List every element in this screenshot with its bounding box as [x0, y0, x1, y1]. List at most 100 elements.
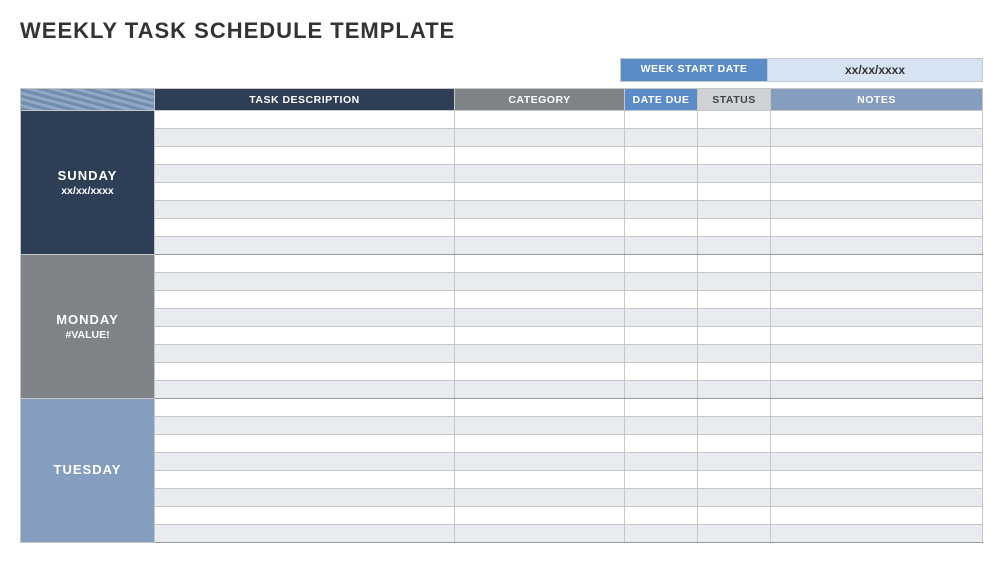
- cell-date_due[interactable]: [625, 273, 698, 291]
- cell-status[interactable]: [698, 309, 771, 327]
- cell-date_due[interactable]: [625, 525, 698, 543]
- cell-status[interactable]: [698, 201, 771, 219]
- cell-date_due[interactable]: [625, 255, 698, 273]
- cell-status[interactable]: [698, 363, 771, 381]
- cell-notes[interactable]: [771, 129, 983, 147]
- cell-status[interactable]: [698, 111, 771, 129]
- cell-category[interactable]: [455, 129, 625, 147]
- cell-task_description[interactable]: [155, 309, 455, 327]
- cell-notes[interactable]: [771, 471, 983, 489]
- cell-task_description[interactable]: [155, 111, 455, 129]
- cell-notes[interactable]: [771, 165, 983, 183]
- cell-date_due[interactable]: [625, 129, 698, 147]
- cell-task_description[interactable]: [155, 255, 455, 273]
- cell-category[interactable]: [455, 471, 625, 489]
- cell-notes[interactable]: [771, 183, 983, 201]
- cell-category[interactable]: [455, 453, 625, 471]
- cell-notes[interactable]: [771, 399, 983, 417]
- cell-category[interactable]: [455, 345, 625, 363]
- cell-task_description[interactable]: [155, 327, 455, 345]
- cell-date_due[interactable]: [625, 183, 698, 201]
- cell-category[interactable]: [455, 165, 625, 183]
- cell-category[interactable]: [455, 237, 625, 255]
- cell-notes[interactable]: [771, 201, 983, 219]
- cell-category[interactable]: [455, 183, 625, 201]
- cell-notes[interactable]: [771, 219, 983, 237]
- cell-task_description[interactable]: [155, 219, 455, 237]
- cell-date_due[interactable]: [625, 471, 698, 489]
- cell-notes[interactable]: [771, 237, 983, 255]
- cell-date_due[interactable]: [625, 399, 698, 417]
- cell-status[interactable]: [698, 489, 771, 507]
- cell-task_description[interactable]: [155, 345, 455, 363]
- cell-task_description[interactable]: [155, 237, 455, 255]
- cell-date_due[interactable]: [625, 435, 698, 453]
- cell-task_description[interactable]: [155, 453, 455, 471]
- cell-status[interactable]: [698, 219, 771, 237]
- cell-task_description[interactable]: [155, 129, 455, 147]
- cell-task_description[interactable]: [155, 291, 455, 309]
- cell-category[interactable]: [455, 525, 625, 543]
- cell-status[interactable]: [698, 453, 771, 471]
- cell-task_description[interactable]: [155, 399, 455, 417]
- cell-date_due[interactable]: [625, 453, 698, 471]
- cell-status[interactable]: [698, 525, 771, 543]
- cell-notes[interactable]: [771, 291, 983, 309]
- cell-task_description[interactable]: [155, 363, 455, 381]
- cell-category[interactable]: [455, 147, 625, 165]
- week-start-value[interactable]: xx/xx/xxxx: [768, 58, 983, 82]
- cell-status[interactable]: [698, 273, 771, 291]
- cell-task_description[interactable]: [155, 381, 455, 399]
- cell-notes[interactable]: [771, 345, 983, 363]
- cell-notes[interactable]: [771, 453, 983, 471]
- cell-category[interactable]: [455, 489, 625, 507]
- cell-status[interactable]: [698, 255, 771, 273]
- cell-notes[interactable]: [771, 255, 983, 273]
- cell-notes[interactable]: [771, 327, 983, 345]
- cell-category[interactable]: [455, 291, 625, 309]
- cell-date_due[interactable]: [625, 111, 698, 129]
- cell-status[interactable]: [698, 507, 771, 525]
- cell-category[interactable]: [455, 507, 625, 525]
- cell-notes[interactable]: [771, 489, 983, 507]
- cell-task_description[interactable]: [155, 507, 455, 525]
- cell-notes[interactable]: [771, 381, 983, 399]
- cell-date_due[interactable]: [625, 219, 698, 237]
- cell-notes[interactable]: [771, 363, 983, 381]
- cell-category[interactable]: [455, 363, 625, 381]
- cell-notes[interactable]: [771, 525, 983, 543]
- cell-status[interactable]: [698, 381, 771, 399]
- cell-status[interactable]: [698, 237, 771, 255]
- cell-notes[interactable]: [771, 147, 983, 165]
- cell-status[interactable]: [698, 165, 771, 183]
- cell-date_due[interactable]: [625, 345, 698, 363]
- cell-category[interactable]: [455, 327, 625, 345]
- cell-date_due[interactable]: [625, 201, 698, 219]
- cell-status[interactable]: [698, 417, 771, 435]
- cell-category[interactable]: [455, 435, 625, 453]
- cell-task_description[interactable]: [155, 273, 455, 291]
- cell-status[interactable]: [698, 345, 771, 363]
- cell-notes[interactable]: [771, 309, 983, 327]
- cell-date_due[interactable]: [625, 363, 698, 381]
- cell-status[interactable]: [698, 327, 771, 345]
- cell-notes[interactable]: [771, 417, 983, 435]
- cell-date_due[interactable]: [625, 417, 698, 435]
- cell-category[interactable]: [455, 255, 625, 273]
- cell-status[interactable]: [698, 183, 771, 201]
- cell-task_description[interactable]: [155, 525, 455, 543]
- cell-date_due[interactable]: [625, 237, 698, 255]
- cell-notes[interactable]: [771, 435, 983, 453]
- cell-date_due[interactable]: [625, 381, 698, 399]
- cell-status[interactable]: [698, 129, 771, 147]
- cell-notes[interactable]: [771, 273, 983, 291]
- cell-date_due[interactable]: [625, 507, 698, 525]
- cell-task_description[interactable]: [155, 417, 455, 435]
- cell-date_due[interactable]: [625, 489, 698, 507]
- cell-date_due[interactable]: [625, 327, 698, 345]
- cell-task_description[interactable]: [155, 165, 455, 183]
- cell-task_description[interactable]: [155, 201, 455, 219]
- cell-task_description[interactable]: [155, 147, 455, 165]
- cell-task_description[interactable]: [155, 435, 455, 453]
- cell-category[interactable]: [455, 219, 625, 237]
